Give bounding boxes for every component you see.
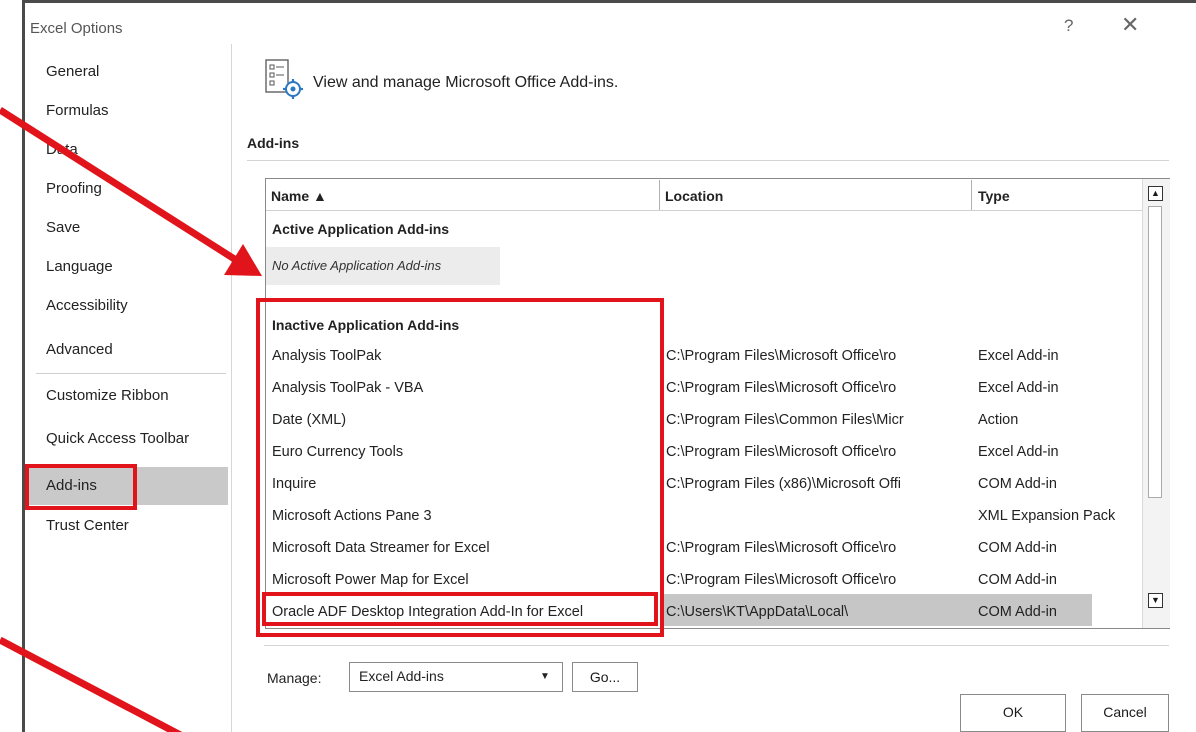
header-divider	[266, 210, 1142, 211]
cancel-button[interactable]: Cancel	[1081, 694, 1169, 732]
sidebar-item-data[interactable]: Data	[46, 141, 78, 158]
sidebar-item-trust-center[interactable]: Trust Center	[46, 517, 129, 534]
divider	[247, 160, 1169, 161]
sidebar-item-advanced[interactable]: Advanced	[46, 341, 113, 358]
annotation-box-addins-nav	[25, 464, 137, 510]
cell-location: C:\Users\KT\AppData\Local\	[666, 604, 849, 620]
addins-gear-icon	[265, 59, 303, 99]
window-title: Excel Options	[30, 20, 123, 37]
divider	[264, 645, 1169, 646]
active-section-header: Active Application Add-ins	[272, 221, 450, 237]
go-button[interactable]: Go...	[572, 662, 638, 692]
ok-button[interactable]: OK	[960, 694, 1066, 732]
no-active-text: No Active Application Add-ins	[272, 258, 442, 273]
cell-location: C:\Program Files\Common Files\Micr	[666, 412, 904, 428]
page-title: View and manage Microsoft Office Add-ins…	[313, 74, 619, 91]
cell-type: COM Add-in	[978, 476, 1057, 492]
cell-location: C:\Program Files (x86)\Microsoft Offi	[666, 476, 902, 492]
column-header-location[interactable]: Location	[665, 188, 723, 204]
cell-location: C:\Program Files\Microsoft Office\ro	[666, 380, 897, 396]
cell-type: Excel Add-in	[978, 380, 1059, 396]
annotation-box-oracle-row	[262, 592, 658, 626]
column-divider[interactable]	[659, 180, 660, 210]
cell-location: C:\Program Files\Microsoft Office\ro	[666, 444, 897, 460]
cell-location: C:\Program Files\Microsoft Office\ro	[666, 348, 897, 364]
cell-type: COM Add-in	[978, 604, 1057, 620]
sidebar-item-formulas[interactable]: Formulas	[46, 102, 109, 119]
cell-location: C:\Program Files\Microsoft Office\ro	[666, 572, 897, 588]
manage-label: Manage:	[267, 670, 322, 686]
cell-type: Excel Add-in	[978, 444, 1059, 460]
column-divider[interactable]	[971, 180, 972, 210]
sidebar-item-quick-access-toolbar[interactable]: Quick Access Toolbar	[46, 430, 189, 447]
sidebar-item-language[interactable]: Language	[46, 258, 113, 275]
annotation-box-inactive-addins	[256, 298, 664, 637]
scrollbar-thumb[interactable]	[1148, 206, 1162, 498]
column-header-type[interactable]: Type	[978, 188, 1010, 204]
sidebar-item-save[interactable]: Save	[46, 219, 80, 236]
sidebar-item-proofing[interactable]: Proofing	[46, 180, 102, 197]
scroll-down-icon[interactable]: ▼	[1148, 593, 1163, 608]
cell-type: XML Expansion Pack	[978, 508, 1116, 524]
cell-type: COM Add-in	[978, 540, 1057, 556]
sidebar-item-customize-ribbon[interactable]: Customize Ribbon	[46, 387, 169, 404]
cell-type: Action	[978, 412, 1019, 428]
cell-type: COM Add-in	[978, 572, 1057, 588]
close-icon[interactable]: ✕	[1121, 12, 1139, 38]
sidebar-item-accessibility[interactable]: Accessibility	[46, 297, 128, 314]
help-icon[interactable]: ?	[1064, 16, 1073, 36]
scroll-up-icon[interactable]: ▲	[1148, 186, 1163, 201]
cell-location: C:\Program Files\Microsoft Office\ro	[666, 540, 897, 556]
sidebar-divider	[36, 373, 226, 374]
manage-dropdown-value: Excel Add-ins	[359, 668, 444, 684]
sidebar-item-general[interactable]: General	[46, 63, 99, 80]
section-title: Add-ins	[247, 135, 300, 151]
cell-type: Excel Add-in	[978, 348, 1059, 364]
chevron-down-icon[interactable]: ▼	[540, 671, 550, 682]
column-header-name[interactable]: Name ▲	[271, 188, 327, 204]
